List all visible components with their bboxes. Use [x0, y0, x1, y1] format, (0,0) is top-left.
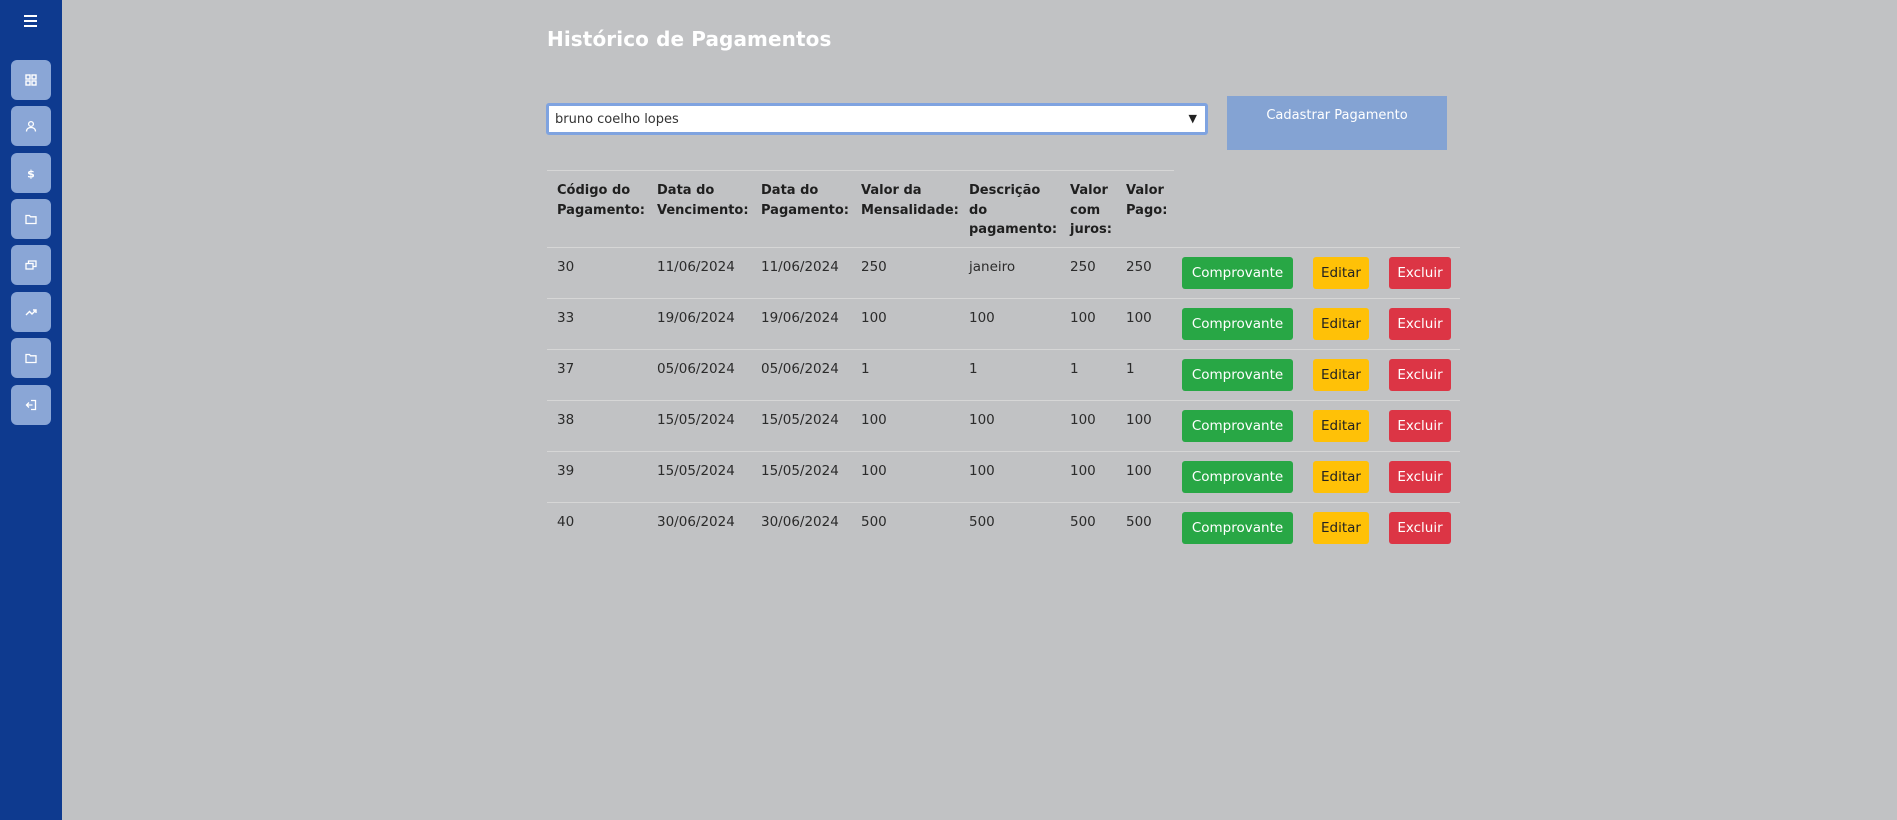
cell-mensalidade: 1	[861, 361, 870, 377]
header-valor-pago: Valor Pago:	[1126, 183, 1168, 218]
cell-codigo: 30	[557, 259, 575, 275]
table-row: 38 15/05/2024 15/05/2024 100 100 100 100 Compro…	[547, 400, 1460, 451]
sidebar-item-users[interactable]	[11, 106, 51, 146]
delete-button[interactable]: Excluir	[1389, 257, 1451, 289]
cell-vencimento: 15/05/2024	[657, 412, 735, 428]
sidebar-item-documents[interactable]	[11, 338, 51, 378]
cell-codigo: 39	[557, 463, 575, 479]
table-header-border	[547, 170, 1174, 171]
cell-juros: 250	[1070, 259, 1096, 275]
cell-codigo: 33	[557, 310, 575, 326]
table-row: 37 05/06/2024 05/06/2024 1 1 1 1 Comprovante Edi…	[547, 349, 1460, 400]
cell-pagamento: 30/06/2024	[761, 514, 839, 530]
table-row: 33 19/06/2024 19/06/2024 100 100 100 100 Compro…	[547, 298, 1460, 349]
header-descricao: Descrição do pagamento:	[969, 183, 1058, 237]
cell-pagamento: 11/06/2024	[761, 259, 839, 275]
cell-vencimento: 19/06/2024	[657, 310, 735, 326]
cell-mensalidade: 250	[861, 259, 887, 275]
receipt-button[interactable]: Comprovante	[1182, 257, 1293, 289]
cell-valor-pago: 500	[1126, 514, 1152, 530]
sidebar-item-payments[interactable]: $	[11, 153, 51, 193]
cell-mensalidade: 100	[861, 412, 887, 428]
sidebar-item-cards[interactable]	[11, 245, 51, 285]
cell-valor-pago: 100	[1126, 412, 1152, 428]
table-row: 39 15/05/2024 15/05/2024 100 100 100 100 Compro…	[547, 451, 1460, 502]
cell-descricao: 500	[969, 514, 995, 530]
cell-valor-pago: 250	[1126, 259, 1152, 275]
delete-button[interactable]: Excluir	[1389, 308, 1451, 340]
cell-juros: 100	[1070, 412, 1096, 428]
sidebar-item-reports[interactable]	[11, 292, 51, 332]
cell-juros: 100	[1070, 463, 1096, 479]
folder-icon	[25, 353, 37, 364]
delete-button[interactable]: Excluir	[1389, 461, 1451, 493]
svg-text:$: $	[27, 168, 35, 180]
student-select[interactable]: bruno coelho lopes ▼	[546, 103, 1208, 135]
receipt-button[interactable]: Comprovante	[1182, 512, 1293, 544]
delete-button[interactable]: Excluir	[1389, 359, 1451, 391]
delete-button[interactable]: Excluir	[1389, 410, 1451, 442]
cell-vencimento: 30/06/2024	[657, 514, 735, 530]
cell-vencimento: 15/05/2024	[657, 463, 735, 479]
cell-juros: 1	[1070, 361, 1079, 377]
cell-mensalidade: 100	[861, 463, 887, 479]
cell-descricao: 100	[969, 463, 995, 479]
trend-chart-icon	[25, 309, 37, 316]
cell-descricao: janeiro	[969, 259, 1016, 275]
sidebar-item-folders[interactable]	[11, 199, 51, 239]
cell-juros: 100	[1070, 310, 1096, 326]
receipt-button[interactable]: Comprovante	[1182, 359, 1293, 391]
header-juros: Valor com juros:	[1070, 183, 1112, 237]
cell-descricao: 100	[969, 412, 995, 428]
edit-button[interactable]: Editar	[1313, 461, 1369, 493]
cell-descricao: 100	[969, 310, 995, 326]
table-row: 40 30/06/2024 30/06/2024 500 500 500 500 Compro…	[547, 502, 1460, 553]
cell-descricao: 1	[969, 361, 978, 377]
cell-juros: 500	[1070, 514, 1096, 530]
cell-pagamento: 19/06/2024	[761, 310, 839, 326]
header-codigo: Código do Pagamento:	[557, 183, 645, 218]
header-mensalidade: Valor da Mensalidade:	[861, 183, 959, 218]
cell-vencimento: 05/06/2024	[657, 361, 735, 377]
sidebar-item-dashboard[interactable]	[11, 60, 51, 100]
receipt-button[interactable]: Comprovante	[1182, 308, 1293, 340]
cell-codigo: 40	[557, 514, 575, 530]
dollar-icon: $	[27, 168, 35, 180]
cell-vencimento: 11/06/2024	[657, 259, 735, 275]
header-pagamento: Data do Pagamento:	[761, 183, 849, 218]
dashboard-grid-icon	[25, 74, 37, 86]
edit-button[interactable]: Editar	[1313, 512, 1369, 544]
cell-pagamento: 15/05/2024	[761, 463, 839, 479]
sidebar-item-logout[interactable]	[11, 385, 51, 425]
logout-icon	[25, 399, 37, 411]
cell-valor-pago: 100	[1126, 463, 1152, 479]
edit-button[interactable]: Editar	[1313, 359, 1369, 391]
edit-button[interactable]: Editar	[1313, 308, 1369, 340]
sidebar: $	[0, 0, 62, 820]
delete-button[interactable]: Excluir	[1389, 512, 1451, 544]
cell-valor-pago: 1	[1126, 361, 1135, 377]
receipt-button[interactable]: Comprovante	[1182, 410, 1293, 442]
table-row: 30 11/06/2024 11/06/2024 250 janeiro 250 250 Co…	[547, 247, 1460, 298]
cell-valor-pago: 100	[1126, 310, 1152, 326]
cell-codigo: 38	[557, 412, 575, 428]
receipt-button[interactable]: Comprovante	[1182, 461, 1293, 493]
edit-button[interactable]: Editar	[1313, 257, 1369, 289]
cell-pagamento: 05/06/2024	[761, 361, 839, 377]
folder-icon	[25, 214, 37, 225]
cell-codigo: 37	[557, 361, 575, 377]
header-vencimento: Data do Vencimento:	[657, 183, 749, 218]
cell-pagamento: 15/05/2024	[761, 412, 839, 428]
student-select-value: bruno coelho lopes	[555, 112, 679, 127]
edit-button[interactable]: Editar	[1313, 410, 1369, 442]
user-icon	[25, 120, 37, 132]
add-payment-button[interactable]: Cadastrar Pagamento	[1227, 96, 1447, 150]
page-title: Histórico de Pagamentos	[547, 27, 832, 51]
hamburger-icon[interactable]	[20, 12, 42, 30]
chevron-down-icon: ▼	[1188, 112, 1197, 125]
cards-icon	[25, 260, 37, 270]
cell-mensalidade: 500	[861, 514, 887, 530]
cell-mensalidade: 100	[861, 310, 887, 326]
